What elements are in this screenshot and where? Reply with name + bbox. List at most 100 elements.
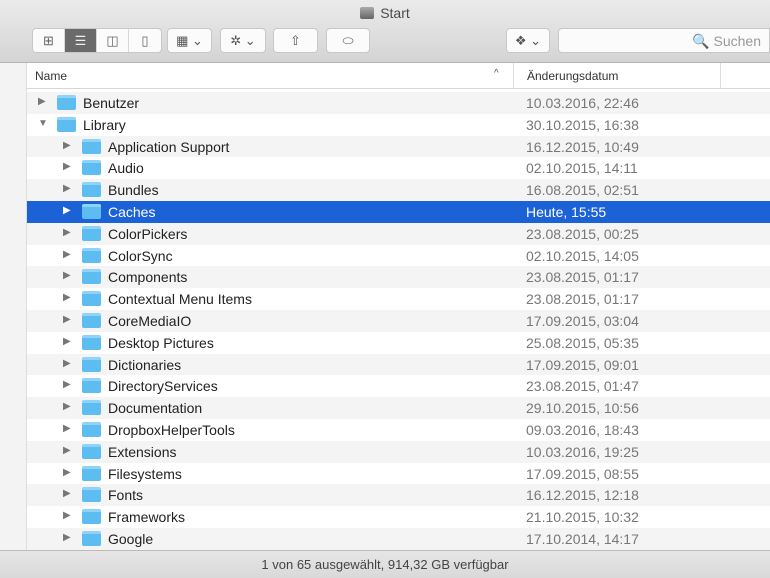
folder-icon <box>82 400 101 416</box>
modified-date: 10.03.2016, 22:46 <box>526 95 639 111</box>
view-switcher: ⊞ ☰ ◫ ▯ <box>32 28 162 53</box>
coverflow-view-button[interactable]: ▯ <box>129 29 161 52</box>
folder-icon <box>82 160 101 176</box>
disclosure-collapsed-icon[interactable]: ▶ <box>63 249 71 260</box>
file-row[interactable]: ▶ CoreMediaIO 17.09.2015, 03:04 <box>27 309 770 332</box>
folder-icon <box>82 182 101 198</box>
file-name: Bundles <box>108 182 159 199</box>
folder-icon <box>82 378 101 394</box>
file-row[interactable]: ▶ Frameworks 21.10.2015, 10:32 <box>27 506 770 528</box>
modified-date: 02.10.2015, 14:11 <box>526 160 638 177</box>
disclosure-collapsed-icon[interactable]: ▶ <box>63 379 71 390</box>
modified-date: 17.10.2014, 14:17 <box>526 530 639 547</box>
sidebar <box>0 63 27 550</box>
modified-date: 17.09.2015, 09:01 <box>526 356 639 373</box>
file-row[interactable]: ▶ ColorPickers 23.08.2015, 00:25 <box>27 222 770 245</box>
tags-button[interactable]: ⬭ <box>326 28 370 53</box>
folder-icon <box>82 334 101 350</box>
disclosure-collapsed-icon[interactable]: ▶ <box>63 445 71 456</box>
modified-date: 29.10.2015, 10:56 <box>526 400 639 417</box>
modified-date: 16.08.2015, 02:51 <box>526 182 639 199</box>
file-name: Frameworks <box>108 509 186 526</box>
modified-date: 23.08.2015, 00:25 <box>526 225 639 242</box>
modified-date: 21.10.2015, 10:32 <box>526 509 639 526</box>
dropbox-button[interactable]: ❖ ⌄ <box>506 28 550 53</box>
arrange-button[interactable]: ▦ ⌄ <box>167 28 212 53</box>
file-name: Dictionaries <box>108 356 182 373</box>
date-column-header[interactable]: Änderungsdatum <box>513 63 720 89</box>
file-row[interactable]: ▶ Google 17.10.2014, 14:17 <box>27 527 770 550</box>
folder-icon <box>82 247 101 263</box>
disclosure-collapsed-icon[interactable]: ▶ <box>63 314 71 325</box>
file-list: ▶ Benutzer 10.03.2016, 22:46 ▼ Library 30… <box>27 92 770 550</box>
file-row[interactable]: ▶ Benutzer 10.03.2016, 22:46 <box>27 92 770 114</box>
disclosure-collapsed-icon[interactable]: ▶ <box>63 401 71 412</box>
file-row[interactable]: ▶ Fonts 16.12.2015, 12:18 <box>27 484 770 507</box>
modified-date: 23.08.2015, 01:47 <box>526 378 639 395</box>
file-name: Application Support <box>108 138 230 155</box>
file-row[interactable]: ▼ Library 30.10.2015, 16:38 <box>27 114 770 136</box>
file-name: Google <box>108 530 154 547</box>
disclosure-collapsed-icon[interactable]: ▶ <box>63 510 71 521</box>
folder-icon <box>82 225 101 241</box>
file-row[interactable]: ▶ Bundles 16.08.2015, 02:51 <box>27 179 770 201</box>
disclosure-expanded-icon[interactable]: ▼ <box>38 118 48 129</box>
modified-date: 17.09.2015, 08:55 <box>526 465 639 482</box>
file-row[interactable]: ▶ Dictionaries 17.09.2015, 09:01 <box>27 353 770 376</box>
file-row[interactable]: ▶ Extensions 10.03.2016, 19:25 <box>27 440 770 463</box>
empty-column-header <box>720 63 770 89</box>
disclosure-collapsed-icon[interactable]: ▶ <box>63 358 71 369</box>
file-row[interactable]: ▶ Audio 02.10.2015, 14:11 <box>27 157 770 179</box>
file-row[interactable]: ▶ Components 23.08.2015, 01:17 <box>27 266 770 289</box>
status-bar: 1 von 65 ausgewählt, 914,32 GB verfügbar <box>0 550 770 578</box>
file-name: Extensions <box>108 443 177 460</box>
column-header: Name ^ Änderungsdatum <box>27 63 770 89</box>
icon-view-button[interactable]: ⊞ <box>33 29 65 52</box>
file-row[interactable]: ▶ Filesystems 17.09.2015, 08:55 <box>27 463 770 485</box>
disclosure-collapsed-icon[interactable]: ▶ <box>63 227 71 238</box>
folder-icon <box>82 203 101 219</box>
file-row[interactable]: ▶ Documentation 29.10.2015, 10:56 <box>27 397 770 419</box>
disclosure-collapsed-icon[interactable]: ▶ <box>63 292 71 303</box>
file-name: Fonts <box>108 487 144 504</box>
modified-date: 16.12.2015, 10:49 <box>526 138 639 155</box>
disclosure-collapsed-icon[interactable]: ▶ <box>63 183 71 194</box>
modified-date: Heute, 15:55 <box>526 203 607 220</box>
modified-date: 02.10.2015, 14:05 <box>526 247 639 264</box>
disclosure-collapsed-icon[interactable]: ▶ <box>63 140 71 151</box>
disclosure-collapsed-icon[interactable]: ▶ <box>63 488 71 499</box>
disclosure-collapsed-icon[interactable]: ▶ <box>63 467 71 478</box>
disclosure-collapsed-icon[interactable]: ▶ <box>63 423 71 434</box>
disclosure-collapsed-icon[interactable]: ▶ <box>63 161 71 172</box>
search-input[interactable]: 🔍 Suchen <box>558 28 770 53</box>
file-row[interactable]: ▶ DirectoryServices 23.08.2015, 01:47 <box>27 375 770 397</box>
list-view-button[interactable]: ☰ <box>65 29 97 52</box>
disclosure-collapsed-icon[interactable]: ▶ <box>63 532 71 543</box>
file-row[interactable]: ▶ Desktop Pictures 25.08.2015, 05:35 <box>27 332 770 354</box>
file-row[interactable]: ▶ Contextual Menu Items 23.08.2015, 01:1… <box>27 288 770 310</box>
disclosure-collapsed-icon[interactable]: ▶ <box>63 270 71 281</box>
file-name: DirectoryServices <box>108 378 218 395</box>
folder-icon <box>82 509 101 525</box>
file-name: Filesystems <box>108 465 182 482</box>
file-name: DropboxHelperTools <box>108 421 235 438</box>
action-button[interactable]: ✲ ⌄ <box>220 28 266 53</box>
disclosure-collapsed-icon[interactable]: ▶ <box>63 205 71 216</box>
file-row[interactable]: ▶ Application Support 16.12.2015, 10:49 <box>27 135 770 158</box>
modified-date: 25.08.2015, 05:35 <box>526 334 639 351</box>
share-button[interactable]: ⇧ <box>273 28 318 53</box>
file-name: Desktop Pictures <box>108 334 214 351</box>
file-name: CoreMediaIO <box>108 312 192 329</box>
file-row[interactable]: ▶ Caches Heute, 15:55 <box>27 200 770 223</box>
modified-date: 23.08.2015, 01:17 <box>526 291 639 308</box>
disk-icon <box>360 7 375 19</box>
file-row[interactable]: ▶ DropboxHelperTools 09.03.2016, 18:43 <box>27 419 770 441</box>
disclosure-collapsed-icon[interactable]: ▶ <box>38 96 46 107</box>
folder-icon <box>82 312 101 328</box>
disclosure-collapsed-icon[interactable]: ▶ <box>63 336 71 347</box>
modified-date: 16.12.2015, 12:18 <box>526 487 639 504</box>
file-row[interactable]: ▶ ColorSync 02.10.2015, 14:05 <box>27 245 770 267</box>
column-view-button[interactable]: ◫ <box>97 29 129 52</box>
name-column-header[interactable]: Name <box>35 69 67 83</box>
folder-icon <box>82 269 101 285</box>
